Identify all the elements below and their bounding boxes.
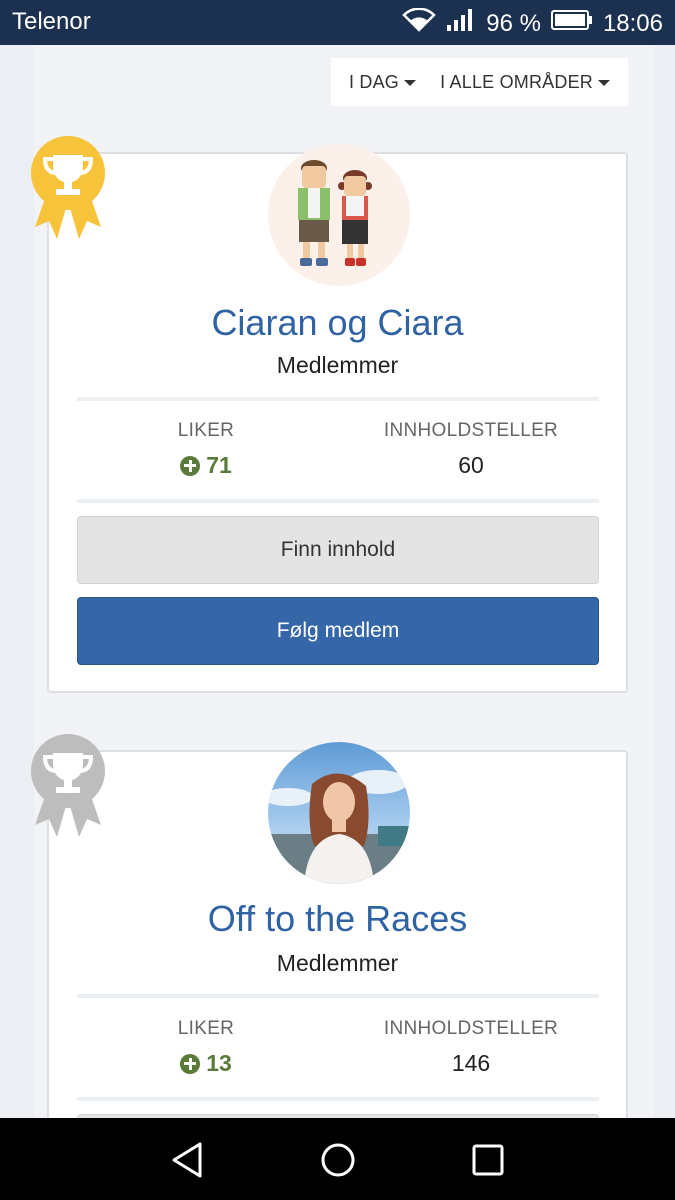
area-filter-label: I ALLE OMRÅDER	[440, 71, 593, 92]
clock: 18:06	[602, 9, 663, 37]
signal-icon	[446, 8, 476, 39]
filter-bar: I DAG I ALLE OMRÅDER	[331, 58, 628, 106]
content-count-value: 146	[451, 1050, 491, 1076]
member-card: Off to the Races Medlemmer LIKER 13 INNH…	[47, 742, 628, 1118]
likes-value: 71	[86, 452, 326, 479]
likes-stat: LIKER 71	[86, 420, 326, 479]
page-content[interactable]: I DAG I ALLE OMRÅDER Ciaran og Ciara Med…	[0, 45, 675, 1118]
area-filter-dropdown[interactable]: I ALLE OMRÅDER	[440, 72, 610, 93]
period-filter-label: I DAG	[349, 71, 400, 92]
gold-trophy-badge	[29, 135, 107, 245]
divider	[77, 499, 599, 503]
period-filter-dropdown[interactable]: I DAG	[349, 71, 417, 93]
avatar[interactable]	[268, 742, 410, 884]
plus-circle-icon	[180, 1053, 201, 1074]
likes-stat: LIKER 13	[86, 1018, 326, 1077]
back-icon[interactable]	[166, 1138, 210, 1182]
home-icon[interactable]	[316, 1138, 360, 1182]
status-bar: Telenor 96 % 18:06	[0, 0, 675, 45]
divider	[77, 1097, 599, 1101]
plus-circle-icon	[180, 455, 201, 476]
likes-label: LIKER	[177, 420, 235, 441]
likes-value: 13	[86, 1050, 326, 1077]
system-nav-bar	[0, 1118, 675, 1200]
battery-icon	[550, 9, 593, 38]
content-count-stat: INNHOLDSTELLER 146	[351, 1018, 591, 1077]
recents-icon[interactable]	[466, 1138, 510, 1182]
likes-count: 13	[206, 1050, 232, 1076]
carrier-name: Telenor	[12, 8, 91, 35]
caret-down-icon	[404, 80, 417, 86]
content-count-stat: INNHOLDSTELLER 60	[351, 420, 591, 479]
member-group: Medlemmer	[276, 352, 399, 378]
divider	[77, 397, 599, 401]
follow-member-button[interactable]: Følg medlem	[77, 597, 599, 665]
caret-down-icon	[598, 80, 610, 86]
member-group: Medlemmer	[276, 950, 399, 976]
member-name-link[interactable]: Off to the Races	[49, 898, 626, 940]
content-count-label: INNHOLDSTELLER	[383, 1018, 559, 1039]
wifi-icon	[402, 7, 436, 39]
member-card: Ciaran og Ciara Medlemmer LIKER 71 INNHO…	[47, 144, 628, 693]
status-icons: 96 % 18:06	[402, 7, 663, 39]
content-count-label: INNHOLDSTELLER	[383, 420, 559, 441]
avatar[interactable]	[268, 144, 410, 286]
content-count-value: 60	[458, 452, 484, 478]
member-name-link[interactable]: Ciaran og Ciara	[49, 302, 626, 344]
likes-label: LIKER	[177, 1018, 235, 1039]
divider	[77, 994, 599, 998]
silver-trophy-badge	[29, 733, 107, 843]
likes-count: 71	[206, 452, 232, 478]
find-content-button[interactable]: Finn innhold	[77, 516, 599, 584]
battery-percent: 96 %	[486, 9, 541, 37]
